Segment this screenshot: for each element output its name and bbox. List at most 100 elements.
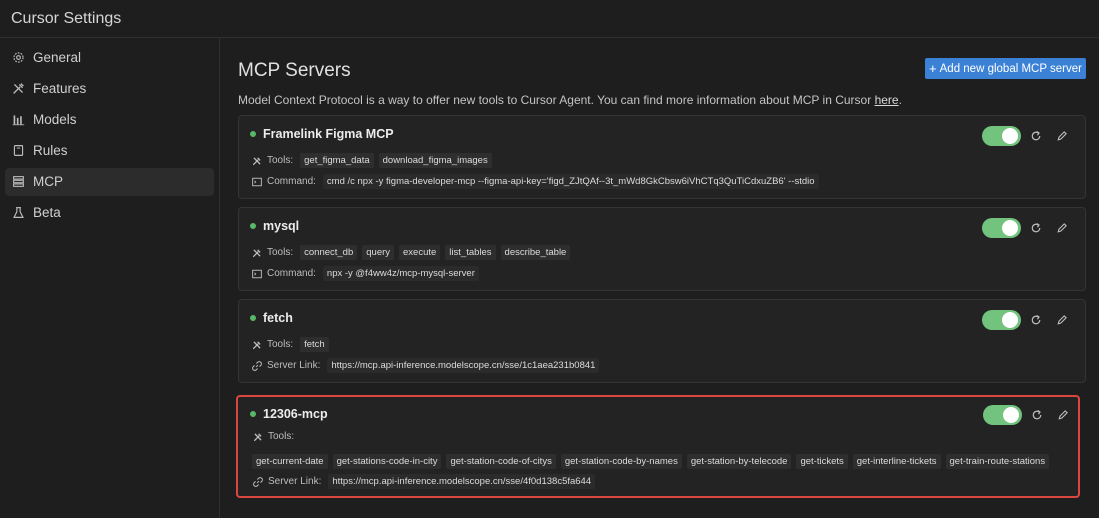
sidebar-item-label: Rules [33,143,68,159]
server-name-text: mysql [263,219,300,233]
refresh-icon[interactable] [1030,408,1044,422]
server-name: fetch [250,311,293,325]
bar-chart-icon [11,112,25,126]
tools-label: Tools: [267,339,294,350]
edit-icon[interactable] [1055,221,1069,235]
command-value: npx -y @f4ww4z/mcp-mysql-server [322,266,479,281]
page-title: MCP Servers [238,60,351,81]
sidebar-item-mcp[interactable]: MCP [5,167,214,196]
sidebar-item-label: General [33,49,82,65]
tool-chip: get-station-code-by-names [560,454,682,469]
status-dot [250,411,256,417]
description: Model Context Protocol is a way to offer… [238,93,902,107]
link-icon [251,360,262,371]
edit-icon[interactable] [1055,313,1069,327]
server-name-text: fetch [263,311,293,325]
plus-icon: + [929,61,937,76]
server-link-value: https://mcp.api-inference.modelscope.cn/… [327,358,600,373]
tools-row: Tools: [252,431,301,442]
tool-chip: list_tables [445,245,496,260]
server-name-text: 12306-mcp [263,407,328,421]
command-row: Command: npx -y @f4ww4z/mcp-mysql-server [251,266,479,281]
server-card-highlighted: 12306-mcp Tools: get-current-date get-st… [236,395,1080,498]
status-dot [250,315,256,321]
sidebar-item-label: MCP [33,174,63,190]
tool-chip: fetch [300,337,329,352]
server-name: mysql [250,219,299,233]
command-value: cmd /c npx -y figma-developer-mcp --figm… [322,174,819,189]
sidebar-item-label: Beta [33,205,61,221]
main-panel: MCP Servers + Add new global MCP server … [221,38,1099,518]
tools-row: Tools: fetch [251,337,334,352]
tool-chip: get-station-by-telecode [686,454,792,469]
command-row: Command: cmd /c npx -y figma-developer-m… [251,174,819,189]
add-mcp-server-button[interactable]: + Add new global MCP server [925,58,1086,79]
tool-chip: get_figma_data [300,153,374,168]
sidebar-item-beta[interactable]: Beta [5,199,214,227]
tool-chip: connect_db [300,245,358,260]
tools-icon [11,81,25,95]
edit-icon[interactable] [1056,408,1070,422]
description-text: Model Context Protocol is a way to offer… [238,93,872,107]
command-label: Command: [267,268,316,279]
tool-chip: get-stations-code-in-city [332,454,442,469]
sidebar: General Features Models Rules MCP Beta [0,38,220,518]
flask-icon [11,206,25,220]
tools-row: Tools: get_figma_data download_figma_ima… [251,153,497,168]
enable-toggle[interactable] [982,126,1021,146]
edit-icon[interactable] [1055,129,1069,143]
tool-chip: download_figma_images [378,153,492,168]
tools-icon [252,431,263,442]
tools-icon [251,339,262,350]
terminal-icon [251,268,262,279]
window-title: Cursor Settings [11,9,122,27]
server-link-value: https://mcp.api-inference.modelscope.cn/… [328,474,596,489]
tool-chip: get-station-code-of-citys [446,454,556,469]
description-end: . [898,93,902,107]
sidebar-item-label: Models [33,111,77,127]
server-icon [11,175,25,189]
refresh-icon[interactable] [1029,313,1043,327]
tools-chip-row: get-current-date get-stations-code-in-ci… [252,454,1054,469]
gear-icon [11,50,25,64]
refresh-icon[interactable] [1029,221,1043,235]
sidebar-item-label: Features [33,80,87,96]
command-label: Command: [267,176,316,187]
here-link[interactable]: here [875,93,899,107]
sidebar-item-general[interactable]: General [5,43,214,71]
tool-chip: get-train-route-stations [945,454,1050,469]
title-bar: Cursor Settings [0,0,1099,38]
server-link-row: Server Link: https://mcp.api-inference.m… [252,474,596,489]
server-link-label: Server Link: [268,476,322,487]
tool-chip: get-tickets [796,454,848,469]
server-card: fetch Tools: fetch Server Link: https://… [238,299,1086,383]
add-mcp-server-label: Add new global MCP server [939,62,1082,75]
server-card: Framelink Figma MCP Tools: get_figma_dat… [238,115,1086,199]
tools-icon [251,247,262,258]
tools-icon [251,155,262,166]
tools-label: Tools: [267,247,294,258]
tool-chip: execute [399,245,441,260]
server-name: Framelink Figma MCP [250,127,394,141]
sidebar-item-features[interactable]: Features [5,74,214,102]
server-name-text: Framelink Figma MCP [263,127,394,141]
refresh-icon[interactable] [1029,129,1043,143]
sidebar-item-rules[interactable]: Rules [5,137,214,165]
tools-label: Tools: [268,431,295,442]
terminal-icon [251,176,262,187]
tools-row: Tools: connect_db query execute list_tab… [251,245,575,260]
tool-chip: get-interline-tickets [852,454,941,469]
tools-label: Tools: [267,155,294,166]
tool-chip: describe_table [500,245,571,260]
enable-toggle[interactable] [983,405,1022,425]
enable-toggle[interactable] [982,218,1021,238]
server-card: mysql Tools: connect_db query execute li… [238,207,1086,291]
status-dot [250,223,256,229]
server-name: 12306-mcp [250,407,328,421]
tool-chip: query [362,245,395,260]
sidebar-item-models[interactable]: Models [5,105,214,133]
tool-chip: get-current-date [252,454,328,469]
enable-toggle[interactable] [982,310,1021,330]
link-icon [252,476,263,487]
server-link-row: Server Link: https://mcp.api-inference.m… [251,358,600,373]
